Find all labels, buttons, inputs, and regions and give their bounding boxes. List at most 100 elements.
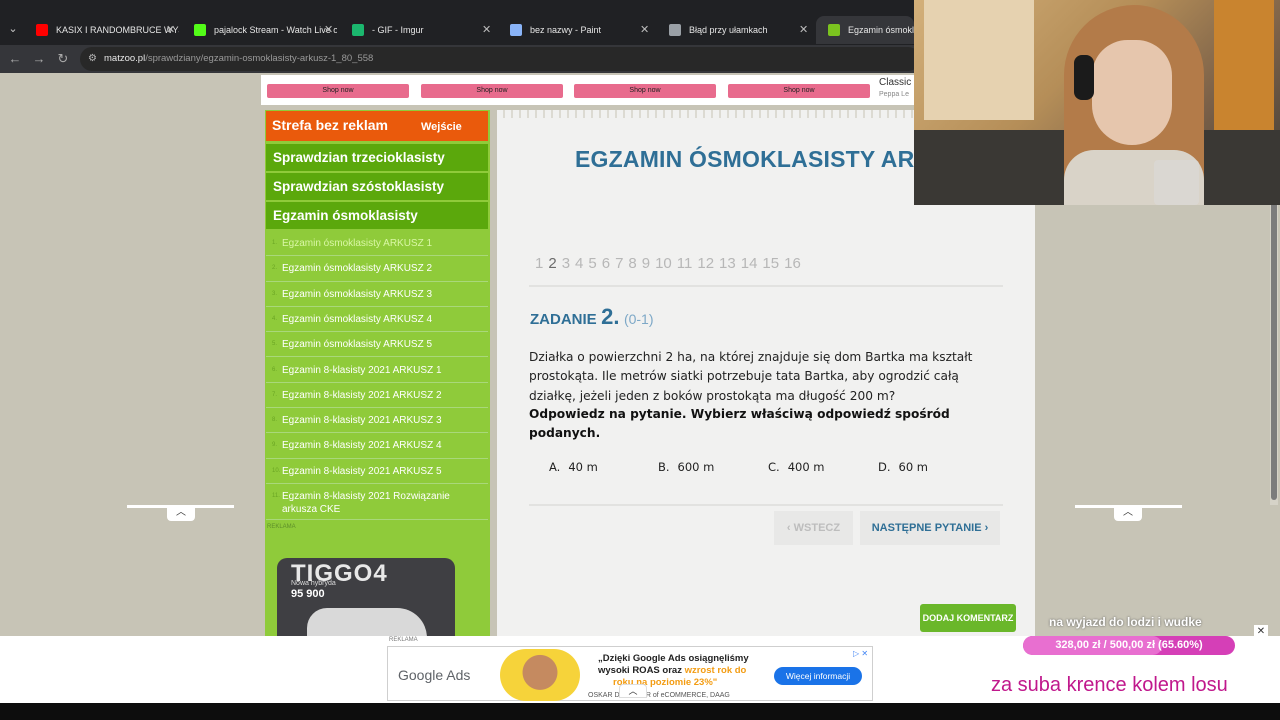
page-link[interactable]: 16 [784, 255, 801, 272]
ad-quote-line-2: wysoki ROAS oraz wzrost rok do [598, 665, 746, 676]
shop-now-button-4[interactable]: Shop now [728, 84, 870, 98]
tab-close-icon[interactable]: ✕ [640, 16, 649, 44]
donation-goal-bar: 328,00 zł / 500,00 zł (65.60%) [1023, 636, 1235, 655]
sidebar-item[interactable]: 10. Egzamin 8-klasisty 2021 ARKUSZ 5 [266, 459, 488, 484]
shop-now-button-1[interactable]: Shop now [267, 84, 409, 98]
divider [529, 504, 1003, 506]
sidebar-item-number: 9. [272, 442, 278, 449]
back-button[interactable]: ‹ WSTECZ [774, 511, 853, 545]
answer-c[interactable]: C. 400 m [768, 460, 825, 474]
sidebar-item-label: Egzamin ósmoklasisty ARKUSZ 5 [282, 339, 433, 351]
ad-free-zone-banner[interactable]: Strefa bez reklam Wejście [266, 111, 488, 141]
question-text: Działka o powierzchni 2 ha, na której zn… [529, 350, 973, 403]
browser-tab[interactable]: pajalock Stream - Watch Live o ✕ [182, 16, 337, 44]
browser-tab[interactable]: Egzamin ósmoklasist [816, 16, 914, 44]
sidebar-item-label: Egzamin 8-klasisty 2021 Rozwiązanie arku… [282, 491, 450, 515]
page-link[interactable]: 7 [615, 255, 623, 272]
tab-close-icon[interactable]: ✕ [166, 16, 175, 44]
page-link[interactable]: 4 [575, 255, 583, 272]
sidebar-item-number: 1. [272, 240, 278, 246]
reload-icon[interactable]: ↻ [54, 50, 72, 68]
scroll-up-icon[interactable]: ︿ [167, 507, 195, 521]
donation-goal-value: 328,00 zł / 500,00 zł (65.60%) [1055, 639, 1203, 651]
page-link[interactable]: 9 [642, 255, 650, 272]
login-link[interactable]: Wejście [421, 121, 462, 133]
sidebar-item[interactable]: 2. Egzamin ósmoklasisty ARKUSZ 2 [266, 256, 488, 282]
streamer-face [1092, 40, 1172, 145]
tab-search-icon[interactable]: ⌄ [4, 20, 22, 38]
more-info-button[interactable]: Więcej informacji [774, 667, 862, 685]
shop-now-button-3[interactable]: Shop now [574, 84, 716, 98]
tab-favicon-icon [352, 24, 364, 36]
tab-close-icon[interactable]: ✕ [482, 16, 491, 44]
page-link[interactable]: 2 [548, 255, 556, 272]
category-label: Sprawdzian szóstoklasisty [273, 179, 445, 194]
sidebar-item[interactable]: 8. Egzamin 8-klasisty 2021 ARKUSZ 3 [266, 408, 488, 434]
sidebar-item[interactable]: 9. Egzamin 8-klasisty 2021 ARKUSZ 4 [266, 433, 488, 459]
sidebar-item[interactable]: 6. Egzamin 8-klasisty 2021 ARKUSZ 1 [266, 358, 488, 383]
page-link[interactable]: 3 [562, 255, 570, 272]
forward-arrow-icon[interactable]: → [30, 50, 48, 68]
sidebar-item-label: Egzamin 8-klasisty 2021 ARKUSZ 3 [282, 415, 442, 427]
page-link[interactable]: 6 [602, 255, 610, 272]
ad-subtext: Peppa Le [879, 91, 909, 98]
sidebar-item[interactable]: 11. Egzamin 8-klasisty 2021 Rozwiązanie a… [266, 484, 488, 520]
person-name: OSKAR [588, 692, 613, 699]
task-number: 2. [601, 304, 620, 329]
car-subtitle: Nowa hybryda [291, 580, 336, 587]
tab-title: Egzamin ósmoklasist [848, 25, 914, 35]
collapse-ad-icon[interactable]: ︿ [619, 684, 647, 698]
page-link[interactable]: 8 [628, 255, 636, 272]
browser-tab[interactable]: bez nazwy - Paint ✕ [498, 16, 653, 44]
add-comment-button[interactable]: DODAJ KOMENTARZ [920, 604, 1016, 632]
tab-favicon-icon [510, 24, 522, 36]
sidebar-item[interactable]: 7. Egzamin 8-klasisty 2021 ARKUSZ 2 [266, 383, 488, 409]
page-link[interactable]: 5 [588, 255, 596, 272]
page-link[interactable]: 10 [655, 255, 672, 272]
top-ad-banner[interactable]: Shop now Shop now Shop now Shop now Clas… [261, 75, 921, 105]
page-link[interactable]: 12 [697, 255, 714, 272]
browser-tab[interactable]: Błąd przy ułamkach ✕ [657, 16, 812, 44]
tab-favicon-icon [194, 24, 206, 36]
answer-b[interactable]: B. 600 m [658, 460, 714, 474]
site-info-icon[interactable]: ⚙ [88, 47, 97, 71]
taskbar-strip [0, 703, 1280, 720]
ad-text: Classic [879, 77, 912, 88]
background-shelf [924, 0, 1034, 120]
page-link[interactable]: 11 [677, 255, 693, 272]
page-link[interactable]: 13 [719, 255, 736, 272]
browser-tab[interactable]: - GIF - Imgur ✕ [340, 16, 495, 44]
sidebar-item-label: Egzamin 8-klasisty 2021 ARKUSZ 5 [282, 465, 442, 477]
category-label: Egzamin ósmoklasisty [273, 208, 418, 223]
sidebar-item[interactable]: 3. Egzamin ósmoklasisty ARKUSZ 3 [266, 282, 488, 307]
answer-letter: D. [878, 460, 891, 474]
shop-now-button-2[interactable]: Shop now [421, 84, 563, 98]
scroll-up-icon[interactable]: ︿ [1114, 507, 1142, 521]
sidebar-item-number: 6. [272, 366, 278, 373]
car-price: 95 900 [291, 588, 325, 600]
category-eighth-grade[interactable]: Egzamin ósmoklasisty [266, 202, 488, 229]
category-third-grade[interactable]: Sprawdzian trzecioklasisty [266, 144, 488, 171]
answer-a[interactable]: A. 40 m [549, 460, 598, 474]
category-sixth-grade[interactable]: Sprawdzian szóstoklasisty [266, 173, 488, 200]
page-link[interactable]: 15 [762, 255, 779, 272]
answer-d[interactable]: D. 60 m [878, 460, 928, 474]
close-icon[interactable]: ✕ [1254, 625, 1268, 639]
back-arrow-icon[interactable]: ← [6, 50, 24, 68]
page-link[interactable]: 1 [535, 255, 543, 272]
adchoices-icon[interactable]: ▷ ✕ [853, 649, 868, 658]
sub-message: za suba krence kolem losu [991, 674, 1228, 696]
sidebar-item[interactable]: 4. Egzamin ósmoklasisty ARKUSZ 4 [266, 307, 488, 333]
tab-close-icon[interactable]: ✕ [324, 16, 333, 44]
sidebar-item-number: 4. [272, 315, 278, 322]
answer-letter: B. [658, 460, 670, 474]
tab-close-icon[interactable]: ✕ [799, 16, 808, 44]
url-bar[interactable]: ⚙ matzoo.pl/sprawdziany/egzamin-osmoklas… [80, 47, 920, 71]
browser-tab[interactable]: KASIX I RANDOMBRUCE WYJAZ✕ [24, 16, 179, 44]
sidebar-item[interactable]: 1. Egzamin ósmoklasisty ARKUSZ 1 [266, 231, 488, 257]
sidebar-item-number: 8. [272, 417, 278, 424]
sidebar-item-label: Egzamin ósmoklasisty ARKUSZ 1 [282, 238, 433, 249]
next-question-button[interactable]: NASTĘPNE PYTANIE › [860, 511, 1000, 545]
sidebar-item[interactable]: 5. Egzamin ósmoklasisty ARKUSZ 5 [266, 332, 488, 358]
page-link[interactable]: 14 [741, 255, 758, 272]
